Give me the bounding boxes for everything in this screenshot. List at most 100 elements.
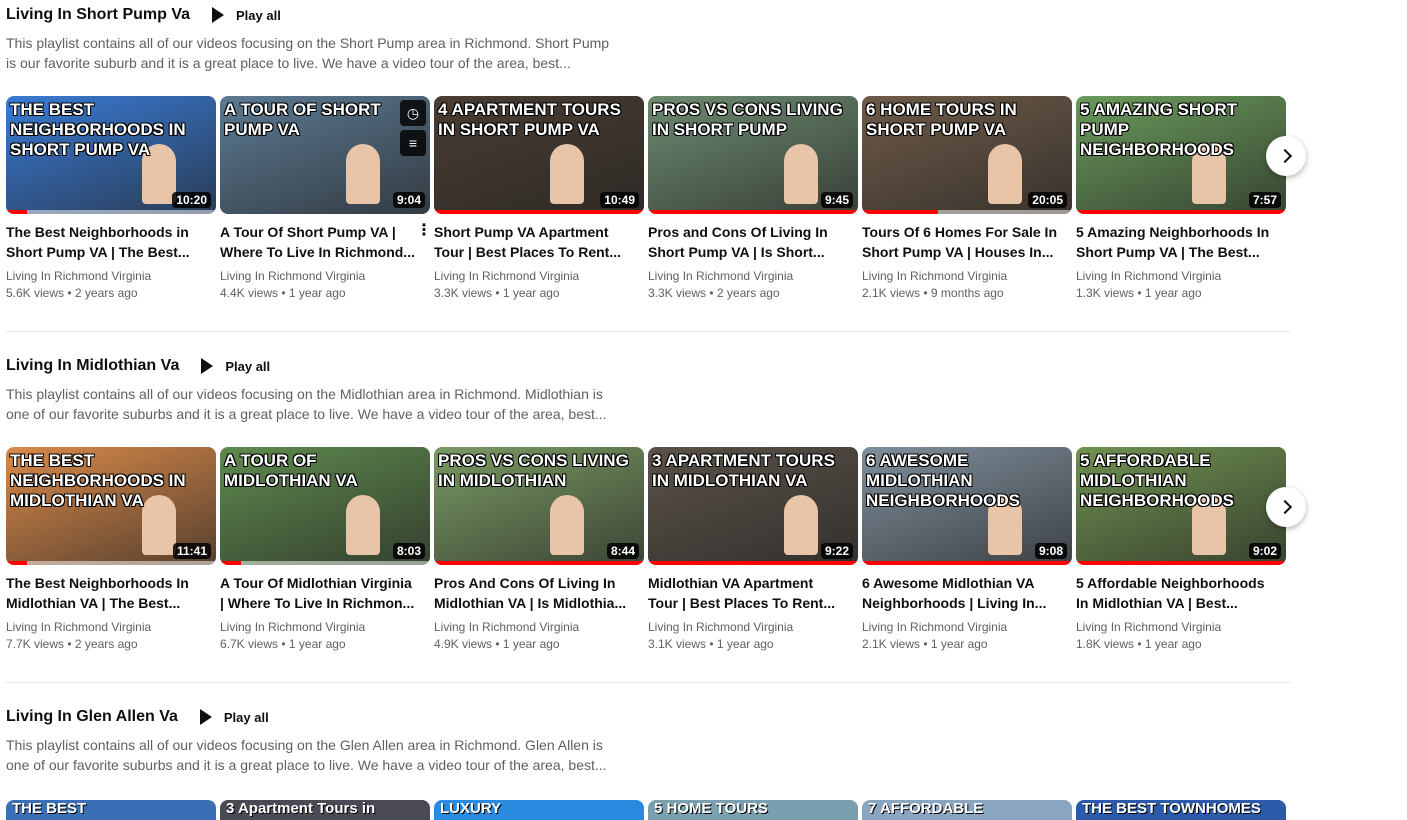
clock-icon[interactable]: ◷ bbox=[400, 100, 426, 126]
video-card[interactable]: The Best Neighborhoods in Midlothian VA 1… bbox=[6, 447, 216, 653]
channel-name[interactable]: Living In Richmond Virginia bbox=[1076, 268, 1286, 285]
section-description: This playlist contains all of our videos… bbox=[6, 386, 607, 422]
watch-progress-bar bbox=[434, 561, 644, 565]
thumbnail-text: 5 Amazing Short Pump Neighborhoods bbox=[1080, 100, 1238, 159]
video-card[interactable]: 4 Apartment Tours in Short Pump VA 10:49 S… bbox=[434, 96, 644, 302]
section-title[interactable]: Living In Short Pump Va bbox=[6, 6, 190, 24]
video-card[interactable]: Pros vs Cons Living in Short Pump 9:45 Pro… bbox=[648, 96, 858, 302]
section-description: This playlist contains all of our videos… bbox=[6, 35, 610, 71]
video-title[interactable]: Short Pump VA Apartment Tour | Best Place… bbox=[434, 222, 644, 262]
video-card[interactable]: The Best Neighborhoods in Short Pump VA 1… bbox=[6, 96, 216, 302]
channel-name[interactable]: Living In Richmond Virginia bbox=[862, 268, 1072, 285]
section-title[interactable]: Living In Glen Allen Va bbox=[6, 708, 178, 726]
channel-name[interactable]: Living In Richmond Virginia bbox=[220, 619, 430, 636]
video-title[interactable]: 6 Awesome Midlothian VA Neighborhoods | L… bbox=[862, 573, 1072, 613]
video-thumbnail[interactable]: 6 Home Tours in Short Pump VA 20:05 bbox=[862, 96, 1072, 214]
play-all-label: Play all bbox=[225, 358, 271, 374]
video-meta: 4.9K views • 1 year ago bbox=[434, 637, 560, 651]
thumbnail-text: 4 Apartment Tours in Short Pump VA bbox=[438, 100, 621, 139]
video-thumbnail[interactable]: 4 Apartment Tours in Short Pump VA 10:49 bbox=[434, 96, 644, 214]
video-thumbnail[interactable]: 6 Awesome Midlothian Neighborhoods 9:08 bbox=[862, 447, 1072, 565]
video-title[interactable]: Pros and Cons Of Living In Short Pump VA … bbox=[648, 222, 858, 262]
video-title[interactable]: Pros And Cons Of Living In Midlothian VA … bbox=[434, 573, 644, 613]
video-card[interactable]: 5 Amazing Short Pump Neighborhoods 7:57 5 … bbox=[1076, 96, 1286, 302]
video-card[interactable]: 6 Home Tours in Short Pump VA 20:05 Tours … bbox=[862, 96, 1072, 302]
video-thumbnail[interactable]: Pros vs Cons Living in Short Pump 9:45 bbox=[648, 96, 858, 214]
thumbnail-text: A Tour of Midlothian VA bbox=[224, 451, 358, 490]
thumbnail-text: 5 Affordable Midlothian Neighborhoods bbox=[1080, 451, 1234, 510]
video-thumbnail-partial[interactable]: 3 Apartment Tours in bbox=[220, 800, 430, 820]
channel-name[interactable]: Living In Richmond Virginia bbox=[1076, 619, 1286, 636]
video-thumbnail-partial[interactable]: THE BEST bbox=[6, 800, 216, 820]
thumbnail-text: The Best Neighborhoods in Short Pump VA bbox=[10, 100, 186, 159]
video-title[interactable]: 5 Amazing Neighborhoods In Short Pump VA … bbox=[1076, 222, 1286, 262]
video-meta: 7.7K views • 2 years ago bbox=[6, 637, 138, 651]
add-to-queue-icon[interactable]: ≡ bbox=[400, 130, 426, 156]
thumbnail-text: Pros vs Cons Living in Short Pump bbox=[652, 100, 843, 139]
thumbnail-text: Pros vs Cons Living in Midlothian bbox=[438, 451, 629, 490]
video-row: The Best Neighborhoods in Midlothian VA 1… bbox=[6, 447, 1286, 653]
presenter-figure bbox=[784, 144, 818, 204]
duration-badge: 9:22 bbox=[820, 543, 853, 559]
progress-track bbox=[220, 561, 430, 565]
video-thumbnail-partial[interactable]: 5 HOME TOURS bbox=[648, 800, 858, 820]
video-meta: 5.6K views • 2 years ago bbox=[6, 286, 138, 300]
duration-badge: 8:44 bbox=[606, 543, 639, 559]
video-card[interactable]: 3 Apartment Tours in Midlothian VA 9:22 Mi… bbox=[648, 447, 858, 653]
channel-name[interactable]: Living In Richmond Virginia bbox=[648, 619, 858, 636]
video-thumbnail[interactable]: A Tour of Midlothian VA 8:03 bbox=[220, 447, 430, 565]
video-thumbnail-partial[interactable]: LUXURY bbox=[434, 800, 644, 820]
video-title[interactable]: The Best Neighborhoods in Short Pump VA |… bbox=[6, 222, 216, 262]
video-card[interactable]: A Tour of Midlothian VA 8:03 A Tour Of Mid… bbox=[220, 447, 430, 653]
video-thumbnail[interactable]: The Best Neighborhoods in Short Pump VA 1… bbox=[6, 96, 216, 214]
next-arrow-button[interactable] bbox=[1266, 487, 1306, 527]
video-title[interactable]: A Tour Of Midlothian Virginia | Where To … bbox=[220, 573, 430, 613]
play-all-button[interactable]: Play all bbox=[194, 705, 275, 729]
watch-progress-bar bbox=[6, 210, 27, 214]
video-thumbnail[interactable]: The Best Neighborhoods in Midlothian VA 1… bbox=[6, 447, 216, 565]
channel-name[interactable]: Living In Richmond Virginia bbox=[434, 268, 644, 285]
section-divider bbox=[6, 682, 1290, 683]
duration-badge: 20:05 bbox=[1028, 192, 1067, 208]
watch-progress-bar bbox=[1076, 561, 1286, 565]
video-thumbnail[interactable]: 5 Affordable Midlothian Neighborhoods 9:0… bbox=[1076, 447, 1286, 565]
play-all-button[interactable]: Play all bbox=[206, 3, 287, 27]
channel-name[interactable]: Living In Richmond Virginia bbox=[6, 268, 216, 285]
video-title[interactable]: A Tour Of Short Pump VA | Where To Live I… bbox=[220, 222, 430, 262]
section-title[interactable]: Living In Midlothian Va bbox=[6, 357, 179, 375]
channel-name[interactable]: Living In Richmond Virginia bbox=[434, 619, 644, 636]
video-card[interactable]: Pros vs Cons Living in Midlothian 8:44 Pro… bbox=[434, 447, 644, 653]
more-options-icon[interactable]: ⋮ bbox=[416, 223, 432, 239]
video-thumbnail[interactable]: 3 Apartment Tours in Midlothian VA 9:22 bbox=[648, 447, 858, 565]
section-divider bbox=[6, 331, 1290, 332]
duration-badge: 8:03 bbox=[392, 543, 425, 559]
thumbnail-text: 6 Home Tours in Short Pump VA bbox=[866, 100, 1017, 139]
video-thumbnail-partial[interactable]: THE BEST TOWNHOMES bbox=[1076, 800, 1286, 820]
video-thumbnail[interactable]: 5 Amazing Short Pump Neighborhoods 7:57 bbox=[1076, 96, 1286, 214]
channel-name[interactable]: Living In Richmond Virginia bbox=[862, 619, 1072, 636]
play-all-button[interactable]: Play all bbox=[195, 354, 276, 378]
video-thumbnail[interactable]: Pros vs Cons Living in Midlothian 8:44 bbox=[434, 447, 644, 565]
video-title[interactable]: The Best Neighborhoods In Midlothian VA |… bbox=[6, 573, 216, 613]
section-header: Living In Glen Allen Va Play all bbox=[6, 702, 275, 732]
video-title[interactable]: Midlothian VA Apartment Tour | Best Place… bbox=[648, 573, 858, 613]
channel-name[interactable]: Living In Richmond Virginia bbox=[220, 268, 430, 285]
video-card[interactable]: 6 Awesome Midlothian Neighborhoods 9:08 6 … bbox=[862, 447, 1072, 653]
thumbnail-text: A Tour of Short Pump VA bbox=[224, 100, 381, 139]
watch-progress-bar bbox=[648, 561, 858, 565]
section-description: This playlist contains all of our videos… bbox=[6, 737, 607, 773]
channel-name[interactable]: Living In Richmond Virginia bbox=[6, 619, 216, 636]
video-title[interactable]: 5 Affordable Neighborhoods In Midlothian … bbox=[1076, 573, 1286, 613]
watch-progress-bar bbox=[220, 561, 241, 565]
play-icon bbox=[199, 709, 212, 725]
next-arrow-button[interactable] bbox=[1266, 136, 1306, 176]
video-card[interactable]: 5 Affordable Midlothian Neighborhoods 9:0… bbox=[1076, 447, 1286, 653]
watch-progress-bar bbox=[6, 561, 27, 565]
video-thumbnail-partial[interactable]: 7 AFFORDABLE bbox=[862, 800, 1072, 820]
video-title[interactable]: Tours Of 6 Homes For Sale In Short Pump V… bbox=[862, 222, 1072, 262]
duration-badge: 9:02 bbox=[1248, 543, 1281, 559]
video-card[interactable]: A Tour of Short Pump VA 9:04 ◷ ≡ A Tour Of S… bbox=[220, 96, 432, 302]
video-thumbnail[interactable]: A Tour of Short Pump VA 9:04 ◷ ≡ bbox=[220, 96, 430, 214]
channel-name[interactable]: Living In Richmond Virginia bbox=[648, 268, 858, 285]
presenter-figure bbox=[988, 144, 1022, 204]
